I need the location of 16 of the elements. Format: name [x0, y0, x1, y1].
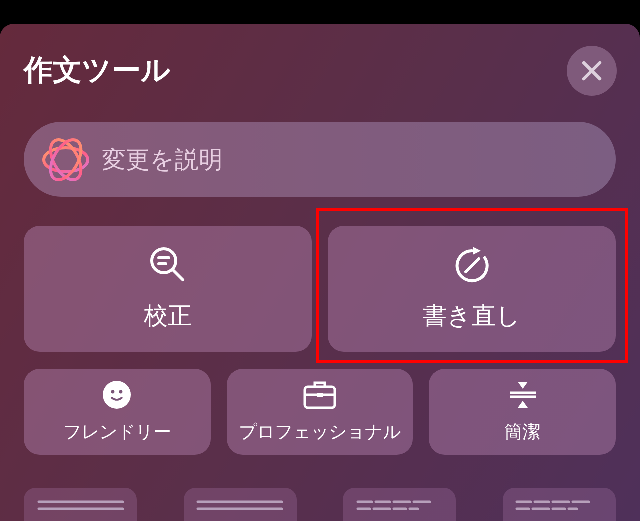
- lines-icon: [196, 500, 284, 512]
- magnifier-icon: [149, 246, 187, 284]
- compress-icon: [508, 380, 538, 410]
- professional-button[interactable]: プロフェッショナル: [226, 369, 414, 455]
- concise-button[interactable]: 簡潔: [429, 369, 616, 455]
- close-button[interactable]: [567, 46, 617, 96]
- close-icon: [581, 60, 603, 82]
- sheet-title: 作文ツール: [24, 52, 171, 89]
- lines-icon: [36, 500, 124, 512]
- proofread-button[interactable]: 校正: [24, 226, 312, 352]
- pencil-circle-icon: [453, 246, 491, 284]
- friendly-button[interactable]: フレンドリー: [24, 369, 211, 455]
- smiley-icon: [102, 380, 132, 410]
- briefcase-icon: [302, 380, 337, 410]
- rewrite-button[interactable]: 書き直し: [328, 226, 616, 352]
- describe-field[interactable]: 変更を説明: [24, 122, 616, 197]
